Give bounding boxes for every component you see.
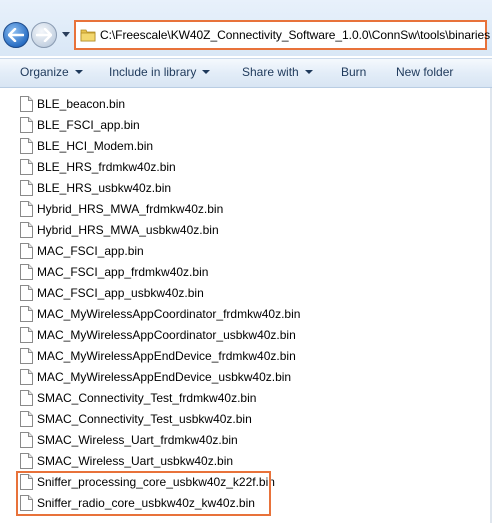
file-item[interactable]: MAC_MyWirelessAppEndDevice_usbkw40z.bin — [20, 366, 291, 387]
file-item[interactable]: MAC_FSCI_app_usbkw40z.bin — [20, 282, 204, 303]
file-name: SMAC_Wireless_Uart_frdmkw40z.bin — [37, 432, 238, 447]
file-item[interactable]: MAC_FSCI_app_frdmkw40z.bin — [20, 261, 208, 282]
file-icon — [20, 242, 34, 259]
file-item[interactable]: SMAC_Connectivity_Test_usbkw40z.bin — [20, 408, 252, 429]
file-name: SMAC_Connectivity_Test_usbkw40z.bin — [37, 411, 252, 426]
file-icon — [20, 494, 34, 511]
chevron-down-icon — [304, 70, 313, 74]
file-name: MAC_MyWirelessAppEndDevice_frdmkw40z.bin — [37, 348, 296, 363]
file-item[interactable]: MAC_MyWirelessAppCoordinator_usbkw40z.bi… — [20, 324, 296, 345]
file-item[interactable]: MAC_FSCI_app.bin — [20, 240, 144, 261]
navigation-bar: C:\Freescale\KW40Z_Connectivity_Software… — [0, 0, 492, 56]
forward-button[interactable] — [31, 22, 57, 48]
include-in-library-button[interactable]: Include in library — [109, 65, 211, 79]
file-name: Sniffer_processing_core_usbkw40z_k22f.bi… — [37, 474, 275, 489]
file-icon — [20, 221, 34, 238]
forward-arrow-icon — [36, 28, 52, 42]
share-with-button[interactable]: Share with — [242, 65, 313, 79]
file-item[interactable]: SMAC_Connectivity_Test_frdmkw40z.bin — [20, 387, 256, 408]
file-name: MAC_MyWirelessAppCoordinator_usbkw40z.bi… — [37, 327, 296, 342]
chevron-down-icon — [74, 70, 83, 74]
file-item[interactable]: Hybrid_HRS_MWA_usbkw40z.bin — [20, 219, 219, 240]
file-item[interactable]: BLE_HCI_Modem.bin — [20, 135, 153, 156]
new-folder-label: New folder — [396, 65, 454, 79]
file-name: Hybrid_HRS_MWA_frdmkw40z.bin — [37, 201, 224, 216]
address-bar[interactable]: C:\Freescale\KW40Z_Connectivity_Software… — [74, 20, 491, 50]
file-icon — [20, 347, 34, 364]
file-name: MAC_FSCI_app.bin — [37, 243, 144, 258]
burn-button[interactable]: Burn — [341, 65, 366, 79]
file-name: Sniffer_radio_core_usbkw40z_kw40z.bin — [37, 495, 255, 510]
file-icon — [20, 179, 34, 196]
file-icon — [20, 326, 34, 343]
file-icon — [20, 368, 34, 385]
file-name: MAC_MyWirelessAppEndDevice_usbkw40z.bin — [37, 369, 292, 384]
file-item[interactable]: Sniffer_radio_core_usbkw40z_kw40z.bin — [20, 492, 255, 513]
file-icon — [20, 410, 34, 427]
recent-pages-button[interactable] — [60, 28, 72, 42]
file-name: MAC_FSCI_app_frdmkw40z.bin — [37, 264, 209, 279]
share-with-label: Share with — [242, 65, 299, 79]
file-name: BLE_beacon.bin — [37, 96, 126, 111]
file-item[interactable]: MAC_MyWirelessAppEndDevice_frdmkw40z.bin — [20, 345, 296, 366]
file-item[interactable]: MAC_MyWirelessAppCoordinator_frdmkw40z.b… — [20, 303, 300, 324]
file-item[interactable]: SMAC_Wireless_Uart_frdmkw40z.bin — [20, 429, 238, 450]
back-arrow-icon — [8, 28, 24, 42]
file-name: BLE_HRS_usbkw40z.bin — [37, 180, 172, 195]
file-icon — [20, 158, 34, 175]
file-name: MAC_FSCI_app_usbkw40z.bin — [37, 285, 204, 300]
file-icon — [20, 200, 34, 217]
file-name: BLE_HRS_frdmkw40z.bin — [37, 159, 176, 174]
back-button[interactable] — [3, 22, 29, 48]
address-path: C:\Freescale\KW40Z_Connectivity_Software… — [100, 28, 491, 42]
file-item[interactable]: BLE_HRS_usbkw40z.bin — [20, 177, 171, 198]
file-icon — [20, 284, 34, 301]
file-item[interactable]: BLE_HRS_frdmkw40z.bin — [20, 156, 176, 177]
file-icon — [20, 137, 34, 154]
file-name: Hybrid_HRS_MWA_usbkw40z.bin — [37, 222, 219, 237]
file-name: SMAC_Wireless_Uart_usbkw40z.bin — [37, 453, 234, 468]
folder-icon — [80, 26, 96, 44]
file-item[interactable]: BLE_FSCI_app.bin — [20, 114, 140, 135]
file-item[interactable]: Sniffer_processing_core_usbkw40z_k22f.bi… — [20, 471, 275, 492]
file-icon — [20, 116, 34, 133]
file-icon — [20, 263, 34, 280]
command-toolbar: Organize Include in library Share with B… — [0, 58, 492, 88]
chevron-down-icon — [202, 70, 211, 74]
file-item[interactable]: BLE_beacon.bin — [20, 93, 125, 114]
file-icon — [20, 389, 34, 406]
file-name: SMAC_Connectivity_Test_frdmkw40z.bin — [37, 390, 257, 405]
file-icon — [20, 452, 34, 469]
file-name: BLE_FSCI_app.bin — [37, 117, 140, 132]
file-name: MAC_MyWirelessAppCoordinator_frdmkw40z.b… — [37, 306, 301, 321]
burn-label: Burn — [341, 65, 367, 79]
file-icon — [20, 95, 34, 112]
file-item[interactable]: Hybrid_HRS_MWA_frdmkw40z.bin — [20, 198, 223, 219]
file-icon — [20, 473, 34, 490]
file-icon — [20, 431, 34, 448]
file-item[interactable]: SMAC_Wireless_Uart_usbkw40z.bin — [20, 450, 233, 471]
include-in-library-label: Include in library — [109, 65, 197, 79]
chevron-down-icon — [62, 32, 70, 37]
file-name: BLE_HCI_Modem.bin — [37, 138, 154, 153]
organize-label: Organize — [20, 65, 69, 79]
organize-button[interactable]: Organize — [20, 65, 83, 79]
new-folder-button[interactable]: New folder — [396, 65, 453, 79]
file-icon — [20, 305, 34, 322]
